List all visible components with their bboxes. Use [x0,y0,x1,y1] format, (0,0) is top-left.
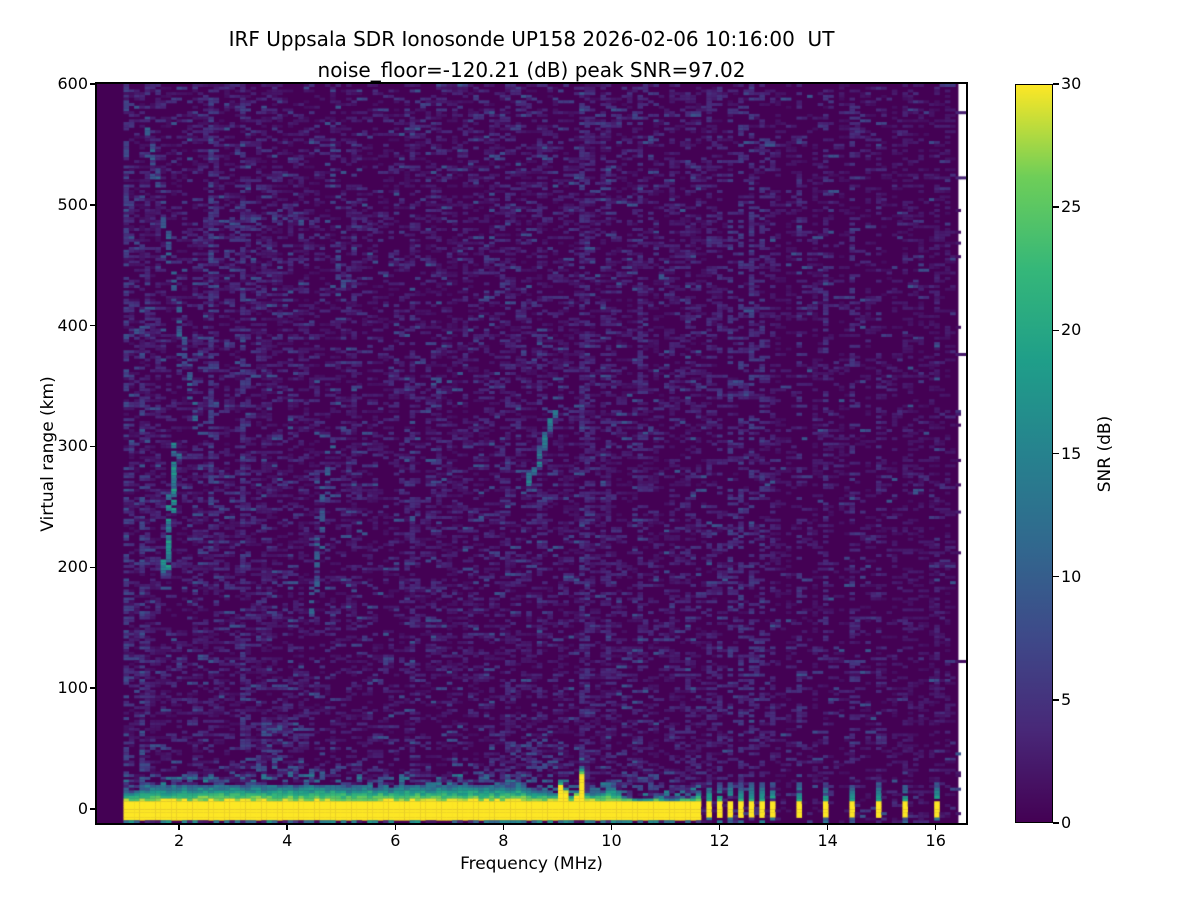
y-tick-mark [90,687,97,689]
x-tick-label: 12 [700,831,740,850]
colorbar-tick-label: 20 [1061,320,1101,339]
colorbar-tick-mark [1053,83,1059,85]
y-tick-label: 100 [38,678,88,697]
y-tick-mark [90,83,97,85]
plot-title: IRF Uppsala SDR Ionosonde UP158 2026-02-… [97,24,966,86]
x-axis-label: Frequency (MHz) [97,854,966,874]
x-tick-mark [178,823,180,830]
colorbar-tick-label: 30 [1061,74,1101,93]
x-tick-mark [503,823,505,830]
x-tick-mark [935,823,937,830]
colorbar [1015,84,1053,823]
x-tick-mark [395,823,397,830]
colorbar-tick-mark [1053,576,1059,578]
y-tick-label: 500 [38,195,88,214]
x-tick-mark [286,823,288,830]
y-tick-label: 200 [38,557,88,576]
colorbar-tick-label: 0 [1061,813,1101,832]
colorbar-label: SNR (dB) [1095,359,1115,549]
y-tick-mark [90,325,97,327]
y-tick-label: 600 [38,74,88,93]
ionogram-figure: IRF Uppsala SDR Ionosonde UP158 2026-02-… [0,0,1200,900]
y-tick-mark [90,446,97,448]
x-tick-label: 10 [591,831,631,850]
x-tick-mark [719,823,721,830]
x-tick-label: 16 [916,831,956,850]
title-line-1: IRF Uppsala SDR Ionosonde UP158 2026-02-… [229,27,835,51]
colorbar-tick-label: 10 [1061,567,1101,586]
colorbar-tick-mark [1053,453,1059,455]
x-tick-label: 8 [483,831,523,850]
title-line-2: noise_floor=-120.21 (dB) peak SNR=97.02 [318,58,746,82]
colorbar-tick-label: 5 [1061,690,1101,709]
colorbar-tick-label: 25 [1061,197,1101,216]
y-tick-label: 0 [38,799,88,818]
y-tick-mark [90,567,97,569]
axes-frame [95,82,968,825]
colorbar-tick-mark [1053,699,1059,701]
y-tick-mark [90,204,97,206]
colorbar-tick-mark [1053,330,1059,332]
x-tick-label: 14 [808,831,848,850]
y-tick-mark [90,808,97,810]
x-tick-mark [611,823,613,830]
colorbar-tick-mark [1053,206,1059,208]
x-tick-label: 6 [375,831,415,850]
x-tick-label: 2 [159,831,199,850]
y-axis-label: Virtual range (km) [38,359,58,549]
y-tick-label: 400 [38,316,88,335]
x-tick-mark [827,823,829,830]
x-tick-label: 4 [267,831,307,850]
colorbar-tick-mark [1053,822,1059,824]
